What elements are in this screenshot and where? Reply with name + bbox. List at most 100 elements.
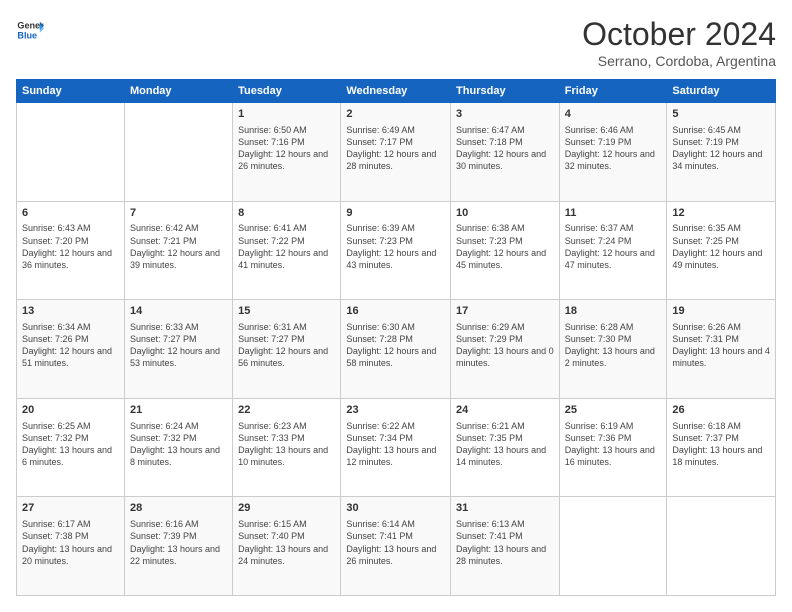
day-info: Sunrise: 6:26 AM Sunset: 7:31 PM Dayligh…: [672, 321, 770, 370]
day-number: 23: [346, 403, 445, 418]
calendar-cell: 30 Sunrise: 6:14 AM Sunset: 7:41 PM Dayli…: [341, 497, 451, 596]
day-number: 22: [238, 403, 335, 418]
calendar-week-2: 6Sunrise: 6:43 AM Sunset: 7:20 PM Daylig…: [17, 201, 776, 300]
col-friday: Friday: [559, 80, 667, 103]
day-number: 31: [456, 501, 554, 516]
calendar-cell: 28 Sunrise: 6:16 AM Sunset: 7:39 PM Dayli…: [124, 497, 232, 596]
day-info: Sunrise: 6:29 AM Sunset: 7:29 PM Dayligh…: [456, 321, 554, 370]
day-number: 30: [346, 501, 445, 516]
calendar-cell: 16 Sunrise: 6:30 AM Sunset: 7:28 PM Dayli…: [341, 300, 451, 399]
calendar-cell: 14 Sunrise: 6:33 AM Sunset: 7:27 PM Dayli…: [124, 300, 232, 399]
day-info: Sunrise: 6:41 AM Sunset: 7:22 PM Dayligh…: [238, 222, 335, 271]
calendar-cell: 21 Sunrise: 6:24 AM Sunset: 7:32 PM Dayli…: [124, 398, 232, 497]
day-info: Sunrise: 6:30 AM Sunset: 7:28 PM Dayligh…: [346, 321, 445, 370]
day-number: 29: [238, 501, 335, 516]
day-info: Sunrise: 6:38 AM Sunset: 7:23 PM Dayligh…: [456, 222, 554, 271]
day-number: 15: [238, 304, 335, 319]
calendar-cell: 6Sunrise: 6:43 AM Sunset: 7:20 PM Daylig…: [17, 201, 125, 300]
day-number: 24: [456, 403, 554, 418]
calendar: Sunday Monday Tuesday Wednesday Thursday…: [16, 79, 776, 596]
day-number: 19: [672, 304, 770, 319]
day-info: Sunrise: 6:21 AM Sunset: 7:35 PM Dayligh…: [456, 420, 554, 469]
calendar-cell: [559, 497, 667, 596]
day-info: Sunrise: 6:34 AM Sunset: 7:26 PM Dayligh…: [22, 321, 119, 370]
calendar-cell: 29 Sunrise: 6:15 AM Sunset: 7:40 PM Dayli…: [233, 497, 341, 596]
day-info: Sunrise: 6:22 AM Sunset: 7:34 PM Dayligh…: [346, 420, 445, 469]
day-number: 4: [565, 107, 662, 122]
day-info: Sunrise: 6:13 AM Sunset: 7:41 PM Dayligh…: [456, 518, 554, 567]
day-info: Sunrise: 6:14 AM Sunset: 7:41 PM Dayligh…: [346, 518, 445, 567]
day-info: Sunrise: 6:19 AM Sunset: 7:36 PM Dayligh…: [565, 420, 662, 469]
day-info: Sunrise: 6:45 AM Sunset: 7:19 PM Dayligh…: [672, 124, 770, 173]
day-info: Sunrise: 6:33 AM Sunset: 7:27 PM Dayligh…: [130, 321, 227, 370]
calendar-cell: 26Sunrise: 6:18 AM Sunset: 7:37 PM Dayli…: [667, 398, 776, 497]
calendar-cell: 1 Sunrise: 6:50 AM Sunset: 7:16 PM Daylig…: [233, 103, 341, 202]
day-number: 18: [565, 304, 662, 319]
col-sunday: Sunday: [17, 80, 125, 103]
calendar-cell: 15 Sunrise: 6:31 AM Sunset: 7:27 PM Dayli…: [233, 300, 341, 399]
svg-text:Blue: Blue: [17, 30, 37, 40]
day-number: 20: [22, 403, 119, 418]
day-info: Sunrise: 6:31 AM Sunset: 7:27 PM Dayligh…: [238, 321, 335, 370]
day-number: 27: [22, 501, 119, 516]
calendar-cell: 22 Sunrise: 6:23 AM Sunset: 7:33 PM Dayli…: [233, 398, 341, 497]
day-number: 1: [238, 107, 335, 122]
calendar-cell: 10Sunrise: 6:38 AM Sunset: 7:23 PM Dayli…: [451, 201, 560, 300]
day-info: Sunrise: 6:37 AM Sunset: 7:24 PM Dayligh…: [565, 222, 662, 271]
month-title: October 2024: [582, 16, 776, 53]
title-block: October 2024 Serrano, Cordoba, Argentina: [582, 16, 776, 69]
day-number: 12: [672, 206, 770, 221]
calendar-header-row: Sunday Monday Tuesday Wednesday Thursday…: [17, 80, 776, 103]
logo: General Blue: [16, 16, 44, 44]
day-info: Sunrise: 6:15 AM Sunset: 7:40 PM Dayligh…: [238, 518, 335, 567]
calendar-week-5: 27Sunrise: 6:17 AM Sunset: 7:38 PM Dayli…: [17, 497, 776, 596]
calendar-cell: 11Sunrise: 6:37 AM Sunset: 7:24 PM Dayli…: [559, 201, 667, 300]
calendar-cell: 9Sunrise: 6:39 AM Sunset: 7:23 PM Daylig…: [341, 201, 451, 300]
day-number: 26: [672, 403, 770, 418]
calendar-cell: 17 Sunrise: 6:29 AM Sunset: 7:29 PM Dayli…: [451, 300, 560, 399]
day-info: Sunrise: 6:23 AM Sunset: 7:33 PM Dayligh…: [238, 420, 335, 469]
day-number: 25: [565, 403, 662, 418]
day-number: 5: [672, 107, 770, 122]
day-info: Sunrise: 6:24 AM Sunset: 7:32 PM Dayligh…: [130, 420, 227, 469]
col-tuesday: Tuesday: [233, 80, 341, 103]
day-number: 14: [130, 304, 227, 319]
day-number: 21: [130, 403, 227, 418]
calendar-cell: 7Sunrise: 6:42 AM Sunset: 7:21 PM Daylig…: [124, 201, 232, 300]
day-number: 10: [456, 206, 554, 221]
calendar-week-3: 13Sunrise: 6:34 AM Sunset: 7:26 PM Dayli…: [17, 300, 776, 399]
calendar-cell: 27Sunrise: 6:17 AM Sunset: 7:38 PM Dayli…: [17, 497, 125, 596]
day-info: Sunrise: 6:47 AM Sunset: 7:18 PM Dayligh…: [456, 124, 554, 173]
col-saturday: Saturday: [667, 80, 776, 103]
calendar-cell: 18 Sunrise: 6:28 AM Sunset: 7:30 PM Dayli…: [559, 300, 667, 399]
day-number: 8: [238, 206, 335, 221]
day-info: Sunrise: 6:16 AM Sunset: 7:39 PM Dayligh…: [130, 518, 227, 567]
day-info: Sunrise: 6:50 AM Sunset: 7:16 PM Dayligh…: [238, 124, 335, 173]
day-info: Sunrise: 6:39 AM Sunset: 7:23 PM Dayligh…: [346, 222, 445, 271]
calendar-cell: 23 Sunrise: 6:22 AM Sunset: 7:34 PM Dayli…: [341, 398, 451, 497]
calendar-cell: 5 Sunrise: 6:45 AM Sunset: 7:19 PM Daylig…: [667, 103, 776, 202]
day-info: Sunrise: 6:28 AM Sunset: 7:30 PM Dayligh…: [565, 321, 662, 370]
day-number: 11: [565, 206, 662, 221]
calendar-cell: 19 Sunrise: 6:26 AM Sunset: 7:31 PM Dayli…: [667, 300, 776, 399]
day-number: 6: [22, 206, 119, 221]
day-number: 3: [456, 107, 554, 122]
day-number: 7: [130, 206, 227, 221]
calendar-cell: 3 Sunrise: 6:47 AM Sunset: 7:18 PM Daylig…: [451, 103, 560, 202]
logo-icon: General Blue: [16, 16, 44, 44]
day-number: 28: [130, 501, 227, 516]
calendar-cell: 2Sunrise: 6:49 AM Sunset: 7:17 PM Daylig…: [341, 103, 451, 202]
col-wednesday: Wednesday: [341, 80, 451, 103]
page: General Blue October 2024 Serrano, Cordo…: [0, 0, 792, 612]
calendar-cell: 25 Sunrise: 6:19 AM Sunset: 7:36 PM Dayli…: [559, 398, 667, 497]
calendar-cell: 31 Sunrise: 6:13 AM Sunset: 7:41 PM Dayli…: [451, 497, 560, 596]
col-monday: Monday: [124, 80, 232, 103]
calendar-week-4: 20Sunrise: 6:25 AM Sunset: 7:32 PM Dayli…: [17, 398, 776, 497]
day-number: 2: [346, 107, 445, 122]
calendar-cell: 12Sunrise: 6:35 AM Sunset: 7:25 PM Dayli…: [667, 201, 776, 300]
day-info: Sunrise: 6:43 AM Sunset: 7:20 PM Dayligh…: [22, 222, 119, 271]
day-number: 16: [346, 304, 445, 319]
calendar-cell: 24 Sunrise: 6:21 AM Sunset: 7:35 PM Dayli…: [451, 398, 560, 497]
day-number: 17: [456, 304, 554, 319]
day-info: Sunrise: 6:42 AM Sunset: 7:21 PM Dayligh…: [130, 222, 227, 271]
